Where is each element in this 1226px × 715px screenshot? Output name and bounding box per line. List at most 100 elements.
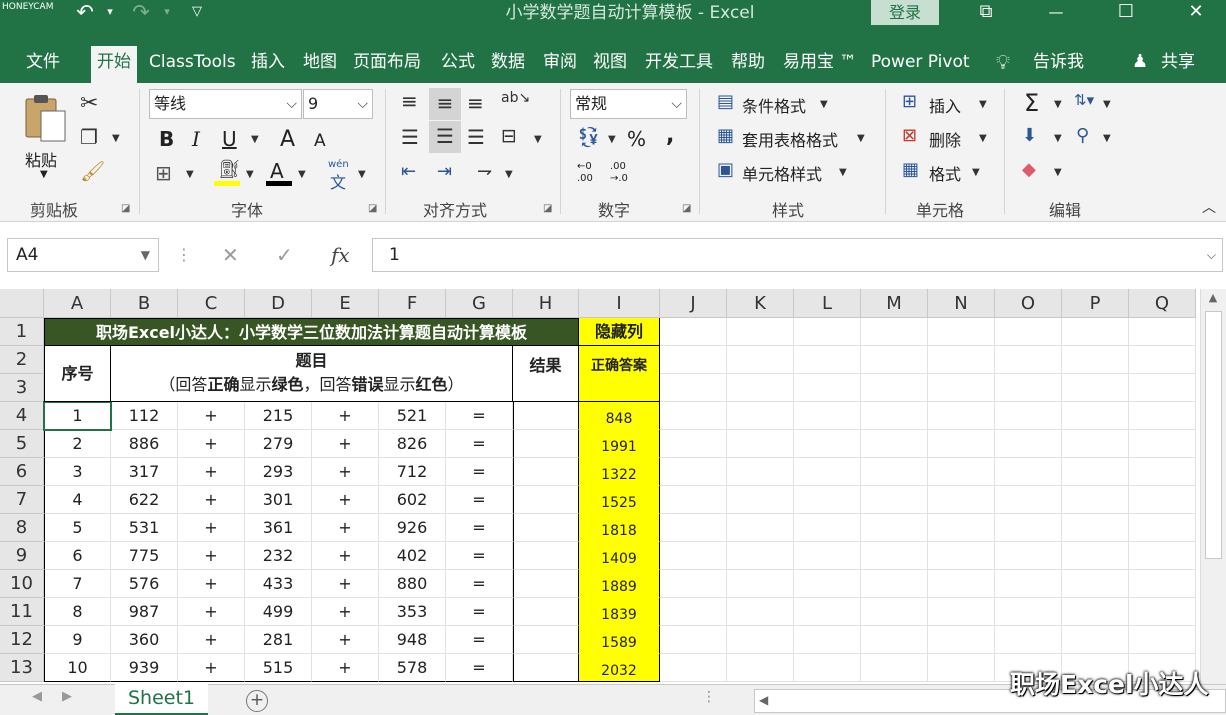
grid-cell[interactable] [794,626,861,654]
correct-answer-cell[interactable]: 1409 [579,542,660,570]
alignment-launcher-icon[interactable]: ◪ [543,203,552,214]
insert-dropdown-icon[interactable]: ▼ [979,100,987,110]
grid-cell[interactable] [727,346,794,374]
problem-equals-cell[interactable]: = [446,402,513,430]
increase-indent-icon[interactable]: ⇥ [437,163,452,181]
grid-cell[interactable] [660,598,727,626]
grid-cell[interactable] [660,486,727,514]
grid-cell[interactable] [861,402,928,430]
tab-view[interactable]: 视图 [593,46,627,83]
grid-cell[interactable] [660,542,727,570]
grid-cell[interactable] [861,430,928,458]
insert-cells-button[interactable]: 插入 [929,93,961,117]
fill-dropdown-icon[interactable]: ▼ [246,170,254,180]
grid-cell[interactable] [1062,542,1129,570]
grid-cell[interactable] [727,486,794,514]
grid-cell[interactable] [1129,542,1196,570]
phonetic-dropdown-icon[interactable]: ▼ [358,170,366,180]
grid-cell[interactable] [727,430,794,458]
scroll-thumb[interactable] [1205,311,1222,559]
correct-answer-cell[interactable]: 1525 [579,486,660,514]
grid-cell[interactable] [995,430,1062,458]
tab-power-pivot[interactable]: Power Pivot [871,46,970,83]
grid-cell[interactable] [995,542,1062,570]
grid-cell[interactable] [794,570,861,598]
problem-operand-cell[interactable]: 602 [379,486,446,514]
shrink-font-button[interactable]: A [314,131,326,151]
grid-cell[interactable] [660,374,727,402]
tab-splitter-icon[interactable]: ⋮ [702,689,716,705]
grid-cell[interactable] [995,570,1062,598]
conditional-formatting-button[interactable]: 条件格式 [742,93,806,117]
row-header-10[interactable]: 10 [0,570,44,598]
grid-cell[interactable] [995,346,1062,374]
column-header-q[interactable]: Q [1129,289,1196,318]
ribbon-display-icon[interactable]: ⧉ [968,0,1004,26]
grid-cell[interactable] [660,514,727,542]
problem-seq-cell[interactable]: 1 [44,402,111,430]
undo-dropdown-icon[interactable]: ▾ [97,0,123,26]
font-color-dropdown-icon[interactable]: ▼ [298,170,306,180]
problem-operand-cell[interactable]: 712 [379,458,446,486]
problem-equals-cell[interactable]: = [446,654,513,682]
grid-cell[interactable] [660,402,727,430]
problem-operator-cell[interactable]: + [178,570,245,598]
undo-icon[interactable]: ↶ [72,0,98,26]
problem-operator-cell[interactable]: + [178,626,245,654]
grid-cell[interactable] [861,542,928,570]
name-box[interactable]: A4 ▼ [7,238,159,272]
tab-developer[interactable]: 开发工具 [645,46,713,83]
problem-operand-cell[interactable]: 515 [245,654,312,682]
grid-cell[interactable] [861,514,928,542]
problem-operand-cell[interactable]: 622 [111,486,178,514]
problem-operator-cell[interactable]: + [312,402,379,430]
problem-operator-cell[interactable]: + [312,514,379,542]
grid-cell[interactable] [1129,598,1196,626]
grid-cell[interactable] [794,374,861,402]
grid-cell[interactable] [928,570,995,598]
cancel-icon[interactable]: ✕ [222,238,239,272]
problem-operator-cell[interactable]: + [178,654,245,682]
grid-cell[interactable] [928,458,995,486]
border-dropdown-icon[interactable]: ▼ [186,170,194,180]
grid-cell[interactable] [1062,374,1129,402]
problem-operator-cell[interactable]: + [178,542,245,570]
grid-cell[interactable] [995,486,1062,514]
problem-operand-cell[interactable]: 531 [111,514,178,542]
problem-seq-cell[interactable]: 6 [44,542,111,570]
italic-button[interactable]: I [192,127,200,151]
column-header-c[interactable]: C [178,289,245,318]
grid-cell[interactable] [727,514,794,542]
problem-operand-cell[interactable]: 880 [379,570,446,598]
grid-cell[interactable] [861,486,928,514]
tab-help[interactable]: 帮助 [731,46,765,83]
grid-cell[interactable] [928,486,995,514]
result-input-cell[interactable] [513,598,579,626]
accounting-dropdown-icon[interactable]: ▼ [608,135,616,145]
grid-cell[interactable] [1062,598,1129,626]
grid-cell[interactable] [794,346,861,374]
grid-cell[interactable] [861,458,928,486]
align-left-icon[interactable]: ☰ [401,127,419,147]
find-dropdown-icon[interactable]: ▼ [1103,134,1111,144]
correct-answer-cell[interactable]: 1589 [579,626,660,654]
paste-dropdown-icon[interactable]: ▼ [40,169,48,180]
hidden-column-header[interactable]: 隐藏列 [579,318,660,346]
sort-filter-icon[interactable]: ⇅▾ [1074,93,1094,108]
problem-operand-cell[interactable]: 987 [111,598,178,626]
number-launcher-icon[interactable]: ◪ [682,203,691,214]
conditional-formatting-icon[interactable]: ▤ [717,93,734,111]
column-header-n[interactable]: N [928,289,995,318]
problem-seq-cell[interactable]: 5 [44,514,111,542]
grid-cell[interactable] [794,430,861,458]
grid-cell[interactable] [1062,346,1129,374]
problem-operator-cell[interactable]: + [312,598,379,626]
row-header-4[interactable]: 4 [0,402,44,430]
grid-cell[interactable] [660,430,727,458]
cell-styles-dropdown-icon[interactable]: ▼ [839,168,847,178]
column-header-i[interactable]: I [579,289,660,318]
result-input-cell[interactable] [513,430,579,458]
grid-cell[interactable] [1062,570,1129,598]
formula-input[interactable]: 1 ⌵ [372,238,1223,272]
insert-function-icon[interactable]: fx [331,238,350,272]
